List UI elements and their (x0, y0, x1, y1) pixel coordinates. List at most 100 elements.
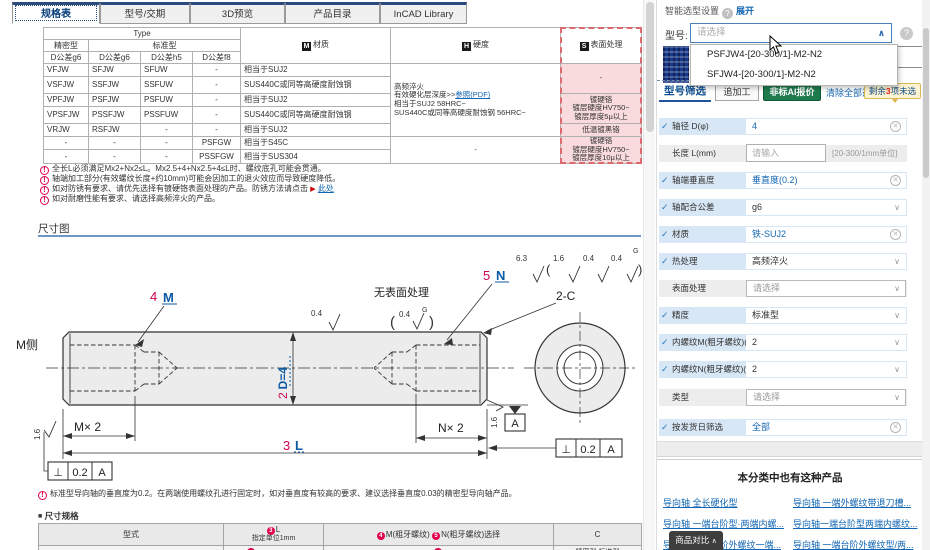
svg-text:(: ( (390, 314, 395, 331)
roughness-paren: ( 0.4 G ) (390, 307, 434, 331)
help-icon[interactable]: ? (900, 27, 913, 40)
cell: - (89, 150, 141, 164)
filter-value[interactable]: 垂直度(0.2) (746, 173, 906, 188)
cell: 精密型 标准型 (224, 546, 324, 550)
cell: - (141, 124, 193, 137)
cell: SFUW (141, 64, 193, 77)
cell: RSFJW (89, 124, 141, 137)
l-param-link[interactable]: L (295, 438, 303, 453)
cell: PSFJW (89, 94, 141, 107)
surface-cell: 镀硬铬 镀层硬度HV750~ 镀层厚度10μ以上 (561, 137, 642, 164)
col-header: 标准型 (89, 40, 241, 52)
filter-row-heat-treatment: ✓ 热处理 高频淬火 ∨ (659, 253, 907, 270)
svg-text:1.6: 1.6 (490, 416, 499, 428)
svg-text:): ) (638, 262, 642, 277)
length-dimension: 3 L (63, 438, 487, 456)
chevron-down-icon[interactable]: ∨ (894, 389, 900, 406)
product-compare-button[interactable]: 商品对比 ∧ (669, 531, 723, 550)
col-header: D公差h5 (141, 52, 193, 64)
related-link[interactable]: 导向轴 一端外螺纹带退刀槽... (793, 496, 911, 509)
cell: VFJW (44, 64, 89, 77)
col-header: 型式 (39, 524, 224, 546)
related-link[interactable]: 导向轴 全长硬化型 (663, 496, 738, 509)
panel-footer-bar (657, 441, 923, 457)
filter-select[interactable]: 请选择 (746, 280, 906, 297)
col-header: 4M(粗牙螺纹) 5N(粗牙螺纹)选择 (324, 524, 554, 546)
dim-badge: 3 (267, 527, 275, 535)
chevron-down-icon[interactable]: ∨ (894, 199, 900, 216)
info-icon[interactable]: ? (722, 8, 733, 19)
svg-text:0.4: 0.4 (399, 310, 411, 319)
arrow-icon: ▶ (310, 186, 315, 193)
filter-value[interactable]: 铁-SUJ2 (746, 227, 906, 242)
col-header-hardness: H硬度 (391, 28, 561, 64)
note-icon: ! (40, 196, 49, 205)
svg-text:1.6: 1.6 (553, 254, 565, 263)
d-param-link[interactable]: D=4 (276, 367, 290, 390)
tab-incad-library[interactable]: InCAD Library (380, 2, 467, 24)
model-option[interactable]: SFJW4-[20-300/1]-M2-N2 (691, 65, 897, 85)
chevron-down-icon[interactable]: ∨ (894, 280, 900, 297)
svg-text:M× 2: M× 2 (74, 420, 101, 434)
chevron-down-icon[interactable]: ∨ (894, 334, 900, 351)
filter-value[interactable]: 高频淬火 (746, 254, 906, 269)
clear-icon[interactable]: ✕ (890, 121, 901, 132)
clear-icon[interactable]: ✕ (890, 422, 901, 433)
svg-text:0.2: 0.2 (72, 467, 87, 479)
tab-catalog[interactable]: 产品目录 (285, 2, 380, 24)
related-title: 本分类中也有这种产品 (657, 470, 923, 485)
col-header: 精密型 (44, 40, 89, 52)
m-side-label: M侧 (16, 338, 38, 352)
svg-text:4: 4 (150, 289, 157, 304)
chevron-up-icon: ∧ (712, 538, 717, 545)
cell: SSFJW (89, 77, 141, 94)
length-input[interactable]: 请输入 (746, 144, 826, 162)
expand-link[interactable]: 展开 (736, 6, 754, 16)
scrollbar-thumb[interactable] (646, 2, 654, 132)
svg-text:G: G (633, 248, 638, 255)
tab-spec-sheet[interactable]: 规格表 (12, 2, 100, 24)
svg-text:(: ( (546, 262, 551, 277)
model-select[interactable]: 请选择 ∧ (690, 23, 892, 43)
m-param-link[interactable]: M (163, 290, 174, 305)
clear-icon[interactable]: ✕ (890, 175, 901, 186)
svg-text:0.4: 0.4 (311, 309, 323, 318)
dim-table-title: ■ 尺寸规格 (38, 510, 79, 522)
material-icon: M (302, 42, 311, 51)
page: 规格表 型号/交期 3D预览 产品目录 InCAD Library Type M… (0, 0, 930, 550)
tab-model-delivery[interactable]: 型号/交期 (100, 2, 190, 24)
content-scrollbar[interactable] (643, 0, 655, 550)
scrollbar-thumb[interactable] (923, 28, 929, 178)
filter-value[interactable]: 2 (746, 335, 906, 350)
related-link[interactable]: 导向轴 一端台阶外螺纹型/两... (793, 538, 914, 550)
cell: - (193, 124, 241, 137)
chevron-down-icon[interactable]: ∨ (894, 253, 900, 270)
related-link[interactable]: 导向轴一端台阶型两端内螺纹... (793, 517, 918, 530)
filter-select[interactable]: 请选择 (746, 389, 906, 406)
tab-3d-preview[interactable]: 3D预览 (190, 2, 285, 24)
shaft-outline (63, 332, 487, 405)
rust-prevention-link[interactable]: 此处 (318, 184, 334, 193)
tab-additional-work[interactable]: 追加工 (715, 84, 759, 101)
dim-badge: 4 (377, 532, 385, 540)
filter-value[interactable]: 4 (746, 119, 906, 134)
filter-value[interactable]: g6 (746, 200, 906, 215)
svg-text:0.2: 0.2 (580, 444, 595, 456)
n-param-link[interactable]: N (496, 268, 505, 283)
tab-model-filter[interactable]: 型号筛选 (659, 84, 711, 102)
hardness-cell: 高频淬火 有效硬化层深度>>参照(PDF) 相当于SUJ2 58HRC~ SUS… (391, 64, 561, 137)
clear-icon[interactable]: ✕ (890, 229, 901, 240)
panel-scrollbar[interactable] (922, 0, 930, 550)
col-header: D公差f8 (193, 52, 241, 64)
chevron-down-icon[interactable]: ∨ (894, 361, 900, 378)
filter-value[interactable]: 标准型 (746, 308, 906, 323)
filter-row-precision: ✓ 精度 标准型 ∨ (659, 307, 907, 324)
filter-value[interactable]: 2 (746, 362, 906, 377)
chevron-down-icon[interactable]: ∨ (894, 307, 900, 324)
related-link[interactable]: 导向轴 一端台阶型·两端内螺... (663, 517, 784, 530)
chevron-up-icon[interactable]: ∧ (878, 24, 885, 42)
svg-text:2-C: 2-C (556, 289, 576, 303)
filter-value[interactable]: 全部 (746, 420, 906, 435)
surface-icon: S (580, 42, 589, 51)
model-option[interactable]: PSFJW4-[20-300/1]-M2-N2 (691, 45, 897, 65)
